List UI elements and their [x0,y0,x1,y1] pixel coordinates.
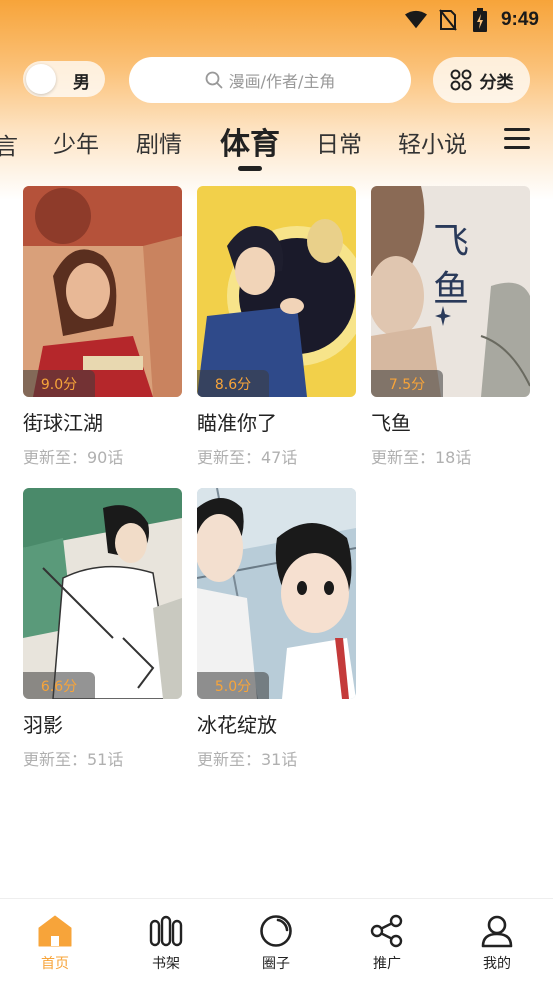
search-input[interactable]: 漫画/作者/主角 [129,57,411,103]
wifi-icon [404,9,427,31]
comic-card[interactable]: 5.0分 冰花绽放 更新至：31话 [197,488,356,770]
tab-tiyu[interactable]: 体育 [220,119,280,163]
comic-title[interactable]: 飞鱼 [371,407,530,436]
comic-title[interactable]: 羽影 [23,709,182,738]
comic-cover[interactable]: 6.6分 [23,488,182,699]
profile-icon [479,913,515,949]
status-bar: 9:49 [0,0,553,40]
nav-promote-label: 推广 [373,956,401,972]
comic-cover[interactable]: 飞鱼 7.5分 [371,186,530,397]
nav-bookshelf[interactable]: 书架 [126,913,206,973]
category-icon [450,69,471,91]
category-label: 分类 [479,72,514,93]
tab-partial-offscreen[interactable]: 言 [0,127,18,157]
score-badge: 6.6分 [23,672,95,699]
bottom-nav: 首页 书架 圈子 推广 我的 [0,898,553,983]
no-sim-icon [437,9,459,31]
bookshelf-icon [148,913,184,949]
gender-toggle-label: 男 [73,73,90,93]
nav-circle-label: 圈子 [262,956,290,972]
comic-card[interactable]: 8.6分 瞄准你了 更新至：47话 [197,186,356,468]
search-placeholder: 漫画/作者/主角 [228,72,336,91]
gender-toggle[interactable]: 男 [23,61,105,97]
top-row: 男 漫画/作者/主角 分类 [0,57,553,103]
comic-update: 更新至：51话 [23,750,124,769]
nav-home-label: 首页 [41,956,69,972]
nav-bookshelf-label: 书架 [152,956,180,972]
score-badge: 8.6分 [197,370,269,397]
nav-circle[interactable]: 圈子 [236,913,316,973]
category-tabs: 言 少年 剧情 体育 日常 轻小说 [0,115,553,175]
search-icon [205,71,222,89]
tab-richang[interactable]: 日常 [316,125,362,159]
comic-title[interactable]: 街球江湖 [23,407,182,436]
comic-card[interactable]: 飞鱼 7.5分 飞鱼 更新至：18话 [371,186,530,468]
toggle-knob[interactable] [26,64,56,94]
tab-shaonian[interactable]: 少年 [53,125,99,159]
comic-card[interactable]: 9.0分 街球江湖 更新至：90话 [23,186,182,468]
score-badge: 9.0分 [23,370,95,397]
status-time: 9:49 [500,9,539,30]
tab-qingxiaoshuo[interactable]: 轻小说 [398,125,467,159]
score-badge: 7.5分 [371,370,443,397]
comic-update: 更新至：31话 [197,750,298,769]
score-badge: 5.0分 [197,672,269,699]
comic-update: 更新至：90话 [23,448,124,467]
comic-update: 更新至：18话 [371,448,472,467]
category-button[interactable]: 分类 [433,57,530,103]
nav-home[interactable]: 首页 [15,913,95,973]
nav-profile[interactable]: 我的 [457,913,537,973]
comic-cover[interactable]: 8.6分 [197,186,356,397]
comic-card[interactable]: 6.6分 羽影 更新至：51话 [23,488,182,770]
tab-juqing[interactable]: 剧情 [136,125,182,159]
nav-profile-label: 我的 [483,956,511,972]
home-icon [37,913,73,949]
active-tab-indicator [238,166,262,171]
comic-title[interactable]: 瞄准你了 [197,407,356,436]
menu-icon[interactable] [504,128,530,150]
share-icon [369,913,405,949]
comic-update: 更新至：47话 [197,448,298,467]
nav-promote[interactable]: 推广 [347,913,427,973]
battery-charging-icon [469,8,491,32]
circle-icon [258,913,294,949]
comic-cover[interactable]: 5.0分 [197,488,356,699]
comic-cover[interactable]: 9.0分 [23,186,182,397]
comic-title[interactable]: 冰花绽放 [197,709,356,738]
cover-title-text: 飞鱼 [433,221,470,310]
